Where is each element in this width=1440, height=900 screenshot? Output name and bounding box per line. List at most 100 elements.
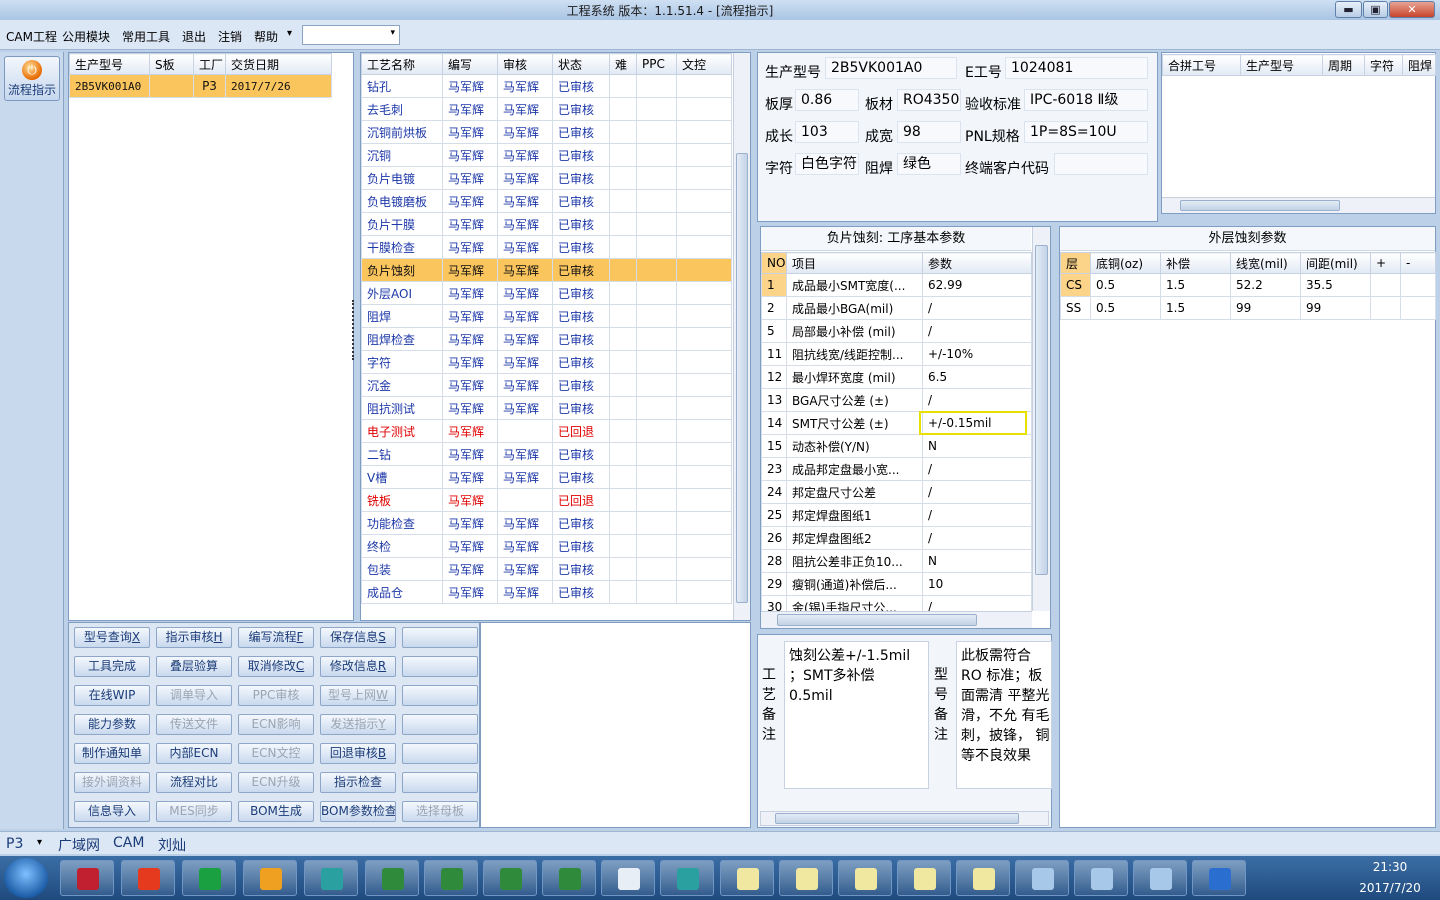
table-row[interactable]: 11 阻抗线宽/线距控制... +/-10% (761, 342, 1032, 366)
menu-tools[interactable]: 常用工具 (122, 28, 170, 45)
minimize-button[interactable]: ▬ (1335, 1, 1362, 18)
col-header-plus[interactable]: + (1370, 252, 1401, 274)
table-row[interactable]: 沉铜 马军辉 马军辉 已审核 (361, 143, 732, 167)
pnl-field[interactable]: 1P=8S=10U (1024, 121, 1148, 143)
site-selector[interactable]: P3 (6, 836, 23, 852)
menu-help[interactable]: 帮助 (254, 28, 278, 45)
table-row[interactable]: 字符 马军辉 马军辉 已审核 (361, 350, 732, 374)
col-header-process[interactable]: 工艺名称 (361, 53, 443, 75)
scroll-thumb[interactable] (736, 153, 748, 603)
table-row[interactable]: 负电镀磨板 马军辉 马军辉 已审核 (361, 189, 732, 213)
table-row[interactable]: 铣板 马军辉 已回退 (361, 488, 732, 512)
taskbar-app-x-5[interactable] (956, 860, 1010, 896)
model-note-text[interactable]: 此板需符合RO 标准；板面需清 平整光滑，不允 有毛刺，披锋， 铜等不良效果 (956, 641, 1052, 789)
col-header-s-board[interactable]: S板 (149, 53, 194, 75)
taskbar-app-save[interactable] (60, 860, 114, 896)
col-header-merge-no[interactable]: 合拼工号 (1162, 54, 1241, 76)
taskbar-app-g[interactable] (121, 860, 175, 896)
col-header-minus[interactable]: - (1400, 252, 1436, 274)
col-header-doc-control[interactable]: 文控 (676, 53, 732, 75)
table-row[interactable]: 13 BGA尺寸公差 (±) / (761, 388, 1032, 412)
table-row[interactable]: 26 邦定焊盘图纸2/ (761, 526, 1032, 550)
notes-hscrollbar[interactable] (760, 811, 1049, 826)
table-row[interactable]: 负片电镀 马军辉 马军辉 已审核 (361, 166, 732, 190)
table-row[interactable]: 成品仓 马军辉 马军辉 已审核 (361, 580, 732, 604)
scroll-thumb[interactable] (1180, 200, 1340, 211)
thickness-field[interactable]: 0.86 (795, 89, 859, 111)
start-button[interactable] (4, 858, 48, 898)
taskbar-app-excel-4[interactable] (542, 860, 596, 896)
menu-exit[interactable]: 退出 (182, 28, 206, 45)
function-button[interactable]: 制作通知单 (74, 743, 150, 764)
scroll-thumb[interactable] (1035, 245, 1048, 575)
col-header-reviewer[interactable]: 审核 (497, 53, 553, 75)
menu-overflow-icon[interactable]: ▾ (287, 28, 292, 39)
cust-field[interactable] (1054, 153, 1148, 175)
function-button[interactable]: 型号上网W (320, 685, 396, 706)
params-vscrollbar[interactable] (1032, 227, 1050, 611)
table-row[interactable]: SS 0.5 1.5 99 99 (1060, 296, 1436, 320)
table-row[interactable]: 阻抗测试 马军辉 马军辉 已审核 (361, 396, 732, 420)
function-button[interactable]: 回退审核B (320, 743, 396, 764)
function-button[interactable]: 取消修改C (238, 656, 314, 677)
table-row[interactable]: 二钻 马军辉 马军辉 已审核 (361, 442, 732, 466)
table-row[interactable]: 2 成品最小BGA(mil) / (761, 296, 1032, 320)
table-row[interactable]: 2B5VK001A0 P3 2017/7/26 (69, 74, 332, 98)
table-row[interactable]: CS 0.5 1.5 52.2 35.5 (1060, 273, 1436, 297)
taskbar-app-p[interactable] (182, 860, 236, 896)
col-header-writer[interactable]: 编写 (442, 53, 498, 75)
function-button[interactable]: ECN文控 (238, 743, 314, 764)
taskbar-app-x-4[interactable] (897, 860, 951, 896)
table-row[interactable]: 负片干膜 马军辉 马军辉 已审核 (361, 212, 732, 236)
function-button[interactable]: 工具完成 (74, 656, 150, 677)
function-button[interactable]: BOM参数检查 (320, 801, 396, 822)
taskbar-app-x-1[interactable] (720, 860, 774, 896)
scroll-thumb[interactable] (775, 813, 1019, 824)
col-header-difficulty[interactable]: 难 (609, 53, 637, 75)
taskbar-app-x-3[interactable] (838, 860, 892, 896)
table-row[interactable]: 23 成品邦定盘最小宽... / (761, 457, 1032, 481)
taskbar-app-f[interactable] (1192, 860, 1246, 896)
close-button[interactable]: ✕ (1389, 1, 1435, 18)
function-button[interactable]: 编写流程F (238, 627, 314, 648)
function-button[interactable]: BOM生成 (238, 801, 314, 822)
accept-field[interactable]: IPC-6018 Ⅱ级 (1024, 89, 1148, 111)
function-button[interactable]: 能力参数 (74, 714, 150, 735)
col-header-spacing[interactable]: 间距(mil) (1300, 252, 1371, 274)
merge-hscrollbar[interactable] (1162, 197, 1435, 213)
process-scrollbar[interactable] (733, 53, 750, 620)
char-field[interactable]: 白色字符 (795, 153, 859, 175)
taskbar-app-excel-3[interactable] (483, 860, 537, 896)
width-field[interactable]: 98 (897, 121, 961, 143)
menu-public-modules[interactable]: 公用模块 (62, 28, 110, 45)
col-header-status[interactable]: 状态 (552, 53, 610, 75)
col-header-compensation[interactable]: 补偿 (1160, 252, 1231, 274)
function-button[interactable]: 选择母板 (402, 801, 478, 822)
table-row[interactable]: 阻焊 马军辉 马军辉 已审核 (361, 304, 732, 328)
taskbar-app-x-2[interactable] (779, 860, 833, 896)
col-header-param[interactable]: 参数 (922, 252, 1032, 274)
scroll-thumb[interactable] (777, 614, 977, 626)
material-field[interactable]: RO4350B (897, 89, 961, 111)
function-button[interactable]: 传送文件 (156, 714, 232, 735)
maximize-button[interactable]: ▣ (1363, 1, 1388, 18)
table-row[interactable]: 12 最小焊环宽度 (mil) 6.5 (761, 365, 1032, 389)
menu-combo[interactable]: ▾ (302, 25, 400, 45)
table-row[interactable]: 钻孔 马军辉 马军辉 已审核 (361, 74, 732, 98)
table-row[interactable]: 功能检查 马军辉 马军辉 已审核 (361, 511, 732, 535)
function-button[interactable]: 指示审核H (156, 627, 232, 648)
function-button[interactable]: 内部ECN (156, 743, 232, 764)
taskbar-app-window-1[interactable] (1015, 860, 1069, 896)
function-button[interactable]: 保存信息S (320, 627, 396, 648)
clock-date[interactable]: 2017/7/20 (1345, 881, 1435, 895)
function-button[interactable]: 型号查询X (74, 627, 150, 648)
table-row[interactable]: 沉金 马军辉 马军辉 已审核 (361, 373, 732, 397)
empty-button[interactable] (402, 772, 478, 793)
col-header-item[interactable]: 项目 (786, 252, 923, 274)
function-button[interactable]: ECN影响 (238, 714, 314, 735)
table-row[interactable]: 29 瘦铜(通道)补偿后... 10 (761, 572, 1032, 596)
col-header-mask[interactable]: 阻焊 (1402, 54, 1436, 76)
col-header-factory[interactable]: 工厂 (193, 53, 226, 75)
flow-indicator-button[interactable]: ⏻ 流程指示 (4, 56, 60, 101)
table-row[interactable]: 终检 马军辉 马军辉 已审核 (361, 534, 732, 558)
